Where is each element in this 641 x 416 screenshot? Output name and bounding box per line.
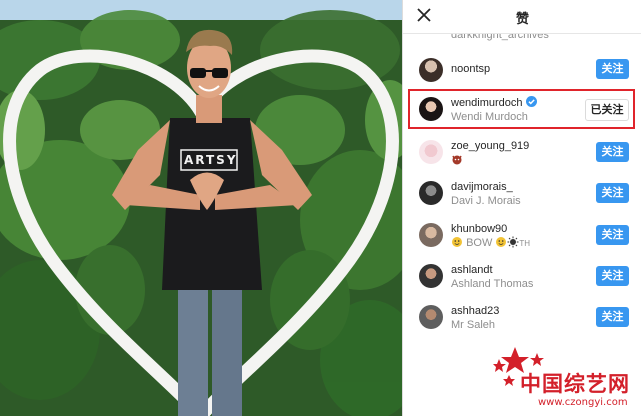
list-item[interactable]: ashhad23 Mr Saleh 关注 — [403, 297, 641, 338]
panel-title: 赞 — [515, 12, 529, 27]
face-emoji-icon — [452, 237, 462, 247]
username[interactable]: ashhad23 — [451, 305, 499, 317]
username[interactable]: ashlandt — [451, 264, 493, 276]
username[interactable]: khunbow90 — [451, 223, 507, 235]
bio-suffix: TH — [519, 239, 531, 248]
list-item[interactable]: khunbow90 BOW TH 关注 — [403, 215, 641, 256]
sun-emoji-icon — [507, 236, 519, 248]
list-item[interactable]: ashlandt Ashland Thomas 关注 — [403, 256, 641, 297]
shirt-text: ARTSY — [184, 153, 238, 167]
username[interactable]: zoe_young_919 — [451, 140, 529, 152]
watermark-url: www.czongyi.com — [538, 397, 628, 408]
face-emoji-icon — [496, 237, 507, 247]
avatar[interactable] — [419, 223, 443, 247]
follow-button[interactable]: 关注 — [596, 307, 629, 327]
full-name: BOW TH — [451, 236, 530, 249]
avatar[interactable] — [419, 140, 443, 164]
bio-text: BOW — [466, 237, 493, 249]
avatar[interactable] — [419, 58, 443, 82]
follow-button[interactable]: 关注 — [596, 183, 629, 203]
follow-button[interactable]: 关注 — [596, 266, 629, 286]
photo-illustration — [0, 0, 402, 416]
avatar[interactable] — [419, 181, 443, 205]
follow-button[interactable]: 关注 — [596, 142, 629, 162]
post-photo: ARTSY — [0, 0, 402, 416]
devil-emoji-icon — [452, 155, 462, 165]
full-name: Ashland Thomas — [451, 278, 534, 290]
username[interactable]: davijmorais_ — [451, 181, 513, 193]
full-name — [451, 153, 463, 166]
highlight-box — [408, 89, 635, 129]
panel-header: 赞 — [403, 0, 641, 34]
watermark-text: 中国综艺网 — [520, 372, 630, 396]
full-name: Mr Saleh — [451, 319, 496, 331]
avatar[interactable] — [419, 305, 443, 329]
follow-button[interactable]: 关注 — [596, 59, 629, 79]
list-item[interactable]: davijmorais_ Davi J. Morais 关注 — [403, 173, 641, 214]
username[interactable]: noontsp — [451, 63, 490, 75]
list-item[interactable]: noontsp 关注 — [403, 49, 641, 90]
follow-button[interactable]: 关注 — [596, 225, 629, 245]
avatar[interactable] — [419, 264, 443, 288]
list-item[interactable]: zoe_young_919 关注 — [403, 132, 641, 173]
full-name: Davi J. Morais — [451, 195, 521, 207]
